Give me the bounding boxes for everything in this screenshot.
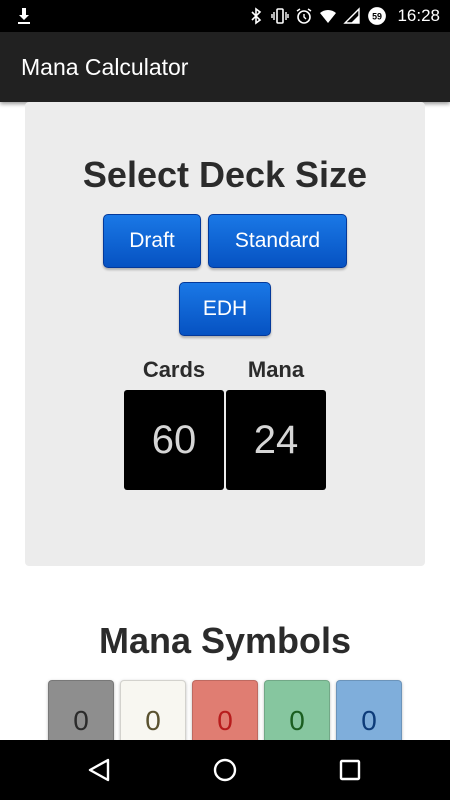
alarm-icon: [297, 8, 312, 24]
status-icons: 59 16:28: [247, 0, 440, 32]
deck-size-card: Select Deck Size Draft Standard EDH Card…: [25, 102, 425, 566]
notification-count: 59: [373, 11, 383, 21]
mana-symbols-title: Mana Symbols: [98, 620, 352, 661]
app-title: Mana Calculator: [21, 54, 189, 80]
cards-label: Cards: [142, 357, 206, 382]
vibrate-icon: [271, 8, 290, 24]
mana-label: Mana: [247, 357, 305, 382]
wifi-icon: [320, 9, 337, 23]
deck-size-title: Select Deck Size: [82, 154, 368, 195]
navigation-bar: [0, 740, 450, 800]
home-icon[interactable]: [207, 752, 243, 788]
status-bar: 59 16:28: [0, 0, 450, 32]
edh-button[interactable]: EDH: [179, 282, 271, 336]
mana-count-picker[interactable]: 24: [226, 390, 326, 490]
screen: 59 16:28 Mana Calculator Select Deck Siz…: [0, 0, 450, 800]
bluetooth-icon: [251, 7, 262, 25]
status-time: 16:28: [397, 6, 440, 25]
recents-icon[interactable]: [332, 752, 368, 788]
download-icon: [18, 8, 30, 24]
standard-button[interactable]: Standard: [208, 214, 347, 268]
data-saver-icon: 59: [368, 7, 387, 25]
draft-button[interactable]: Draft: [103, 214, 201, 268]
signal-icon: [343, 7, 361, 24]
back-icon[interactable]: [81, 752, 117, 788]
cards-count-picker[interactable]: 60: [124, 390, 224, 490]
app-bar: Mana Calculator: [0, 32, 450, 102]
